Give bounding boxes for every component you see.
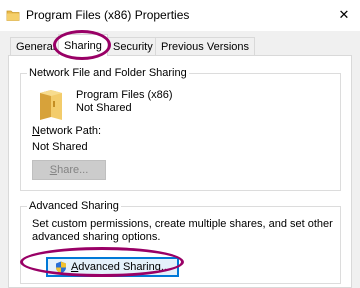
tab-security[interactable]: Security <box>107 37 159 55</box>
network-path-value: Not Shared <box>32 141 88 153</box>
advanced-sharing-group-title: Advanced Sharing <box>27 200 121 212</box>
share-button-label: hare... <box>57 164 89 176</box>
network-path-label-rest: etwork Path: <box>39 125 102 137</box>
title-bar: Program Files (x86) Properties ✕ <box>0 0 360 31</box>
close-button[interactable]: ✕ <box>332 4 356 26</box>
tab-sharing[interactable]: Sharing <box>58 34 108 56</box>
tab-label: Security <box>113 41 153 53</box>
folder-name: Program Files (x86) <box>76 89 173 101</box>
share-button-accesskey: S <box>49 164 58 176</box>
window-title: Program Files (x86) Properties <box>26 8 190 22</box>
advanced-sharing-button[interactable]: Advanced Sharing... <box>46 257 179 277</box>
tab-previous-versions[interactable]: Previous Versions <box>155 37 256 55</box>
folder-icon <box>6 10 20 21</box>
network-path-label-accesskey: N <box>32 125 40 137</box>
tab-label: Sharing <box>64 40 102 52</box>
tab-label: Previous Versions <box>161 41 250 53</box>
uac-shield-icon <box>55 261 66 273</box>
network-path-label: Network Path: <box>32 125 101 137</box>
tab-label: General <box>16 41 56 53</box>
close-icon: ✕ <box>338 7 350 22</box>
network-sharing-group: Network File and Folder Sharing Program … <box>20 67 341 191</box>
advanced-sharing-button-label: dvanced Sharing... <box>78 261 171 273</box>
advanced-sharing-description-line1: Set custom permissions, create multiple … <box>32 218 333 230</box>
sharing-status: Not Shared <box>76 102 132 114</box>
share-button[interactable]: Share... <box>32 160 106 180</box>
advanced-sharing-group: Advanced Sharing Set custom permissions,… <box>20 200 341 284</box>
tab-general[interactable]: General <box>10 37 62 55</box>
network-sharing-group-title: Network File and Folder Sharing <box>27 67 189 79</box>
sharing-tab-panel: Network File and Folder Sharing Program … <box>8 55 352 288</box>
advanced-sharing-description-line2: advanced sharing options. <box>32 231 161 243</box>
advanced-sharing-button-accesskey: A <box>70 261 79 273</box>
shared-folder-icon <box>40 90 62 120</box>
